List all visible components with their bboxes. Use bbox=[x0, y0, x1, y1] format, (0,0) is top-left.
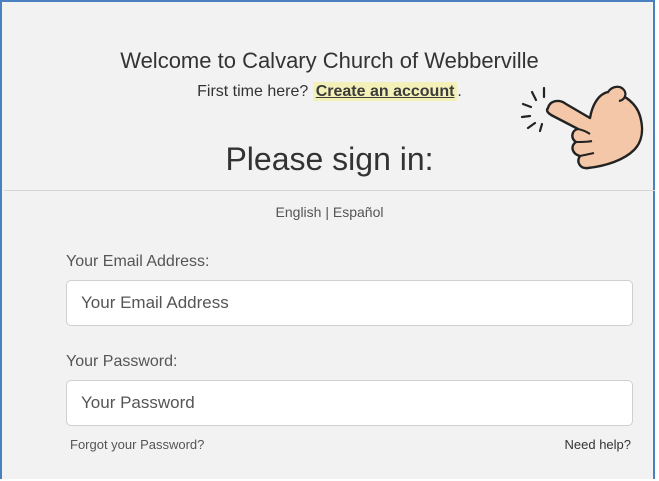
need-help-link[interactable]: Need help? bbox=[565, 437, 632, 452]
password-field[interactable] bbox=[66, 380, 633, 426]
email-field[interactable] bbox=[66, 280, 633, 326]
email-label: Your Email Address: bbox=[66, 253, 210, 270]
forgot-password-link[interactable]: Forgot your Password? bbox=[70, 437, 204, 452]
welcome-heading: Welcome to Calvary Church of Webberville bbox=[120, 48, 539, 73]
pointing-hand-icon bbox=[520, 85, 644, 170]
create-account-link[interactable]: Create an account bbox=[312, 82, 458, 101]
language-english-link[interactable]: English bbox=[276, 204, 322, 220]
password-label: Your Password: bbox=[66, 353, 178, 370]
first-time-period: . bbox=[457, 83, 462, 100]
language-spanish-link[interactable]: Español bbox=[333, 204, 384, 220]
language-separator: | bbox=[321, 204, 333, 220]
first-time-text: First time here? bbox=[197, 83, 313, 100]
language-switcher: English | Español bbox=[0, 204, 659, 220]
